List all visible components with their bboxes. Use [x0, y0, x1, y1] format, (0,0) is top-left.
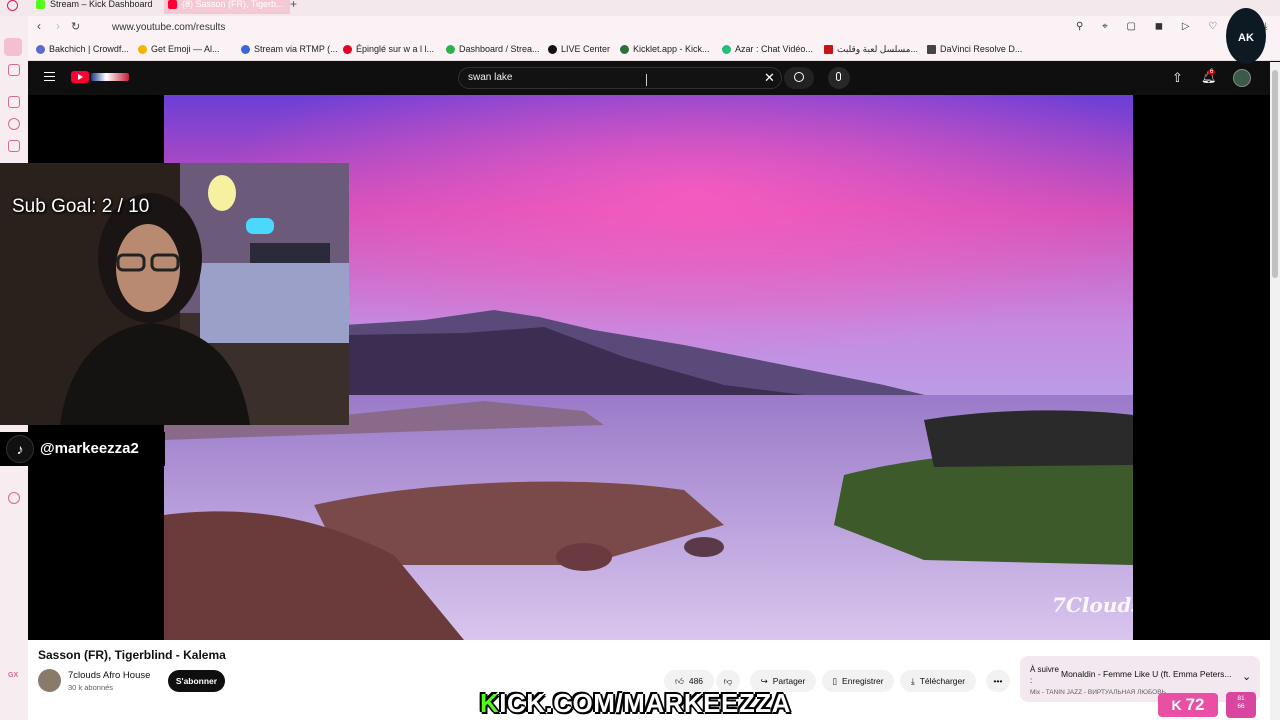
kick-url-text: ICK.COM/MARKEEZZA — [499, 688, 791, 718]
bookmark-icon — [241, 44, 250, 54]
home-icon[interactable] — [4, 38, 22, 56]
bookmark-icon — [36, 44, 45, 54]
doodle-logo[interactable] — [91, 73, 129, 81]
channel-watermark: 7Clouds — [1052, 593, 1133, 617]
bookmark-item[interactable]: Kicklet.app - Kick... — [620, 44, 710, 54]
bookmark-item[interactable]: مسلسل لعبة وقلبت... — [824, 44, 918, 55]
download-label: Télécharger — [919, 676, 966, 686]
save-button[interactable]: ▯ Enregistrer — [822, 670, 894, 692]
history-icon[interactable] — [8, 118, 20, 130]
viewer-count-badge: K 72 — [1158, 693, 1218, 717]
youtube-logo[interactable] — [71, 71, 89, 83]
play-icon — [78, 74, 83, 80]
new-tab-icon[interactable]: + — [290, 0, 297, 11]
bookmark-item[interactable]: Stream via RTMP (... — [241, 44, 338, 54]
bookmark-icon — [548, 44, 557, 54]
search-button[interactable] — [784, 67, 814, 89]
reload-icon[interactable]: ↻ — [71, 20, 80, 33]
browser-tab-bar: Stream – Kick Dashboard (8) Sasson (FR),… — [0, 0, 1280, 16]
twitch-icon[interactable] — [8, 96, 20, 108]
bookmark-icon — [446, 44, 455, 54]
player-letterbox-right — [1133, 95, 1270, 640]
share-label: Partager — [772, 676, 806, 686]
channel-avatar[interactable] — [38, 669, 61, 692]
download-icon: ⤓ — [910, 675, 915, 686]
gx-icon[interactable]: GX — [8, 672, 18, 679]
bookmark-item[interactable]: Dashboard / Strea... — [446, 44, 540, 54]
ak-logo: AK — [1226, 8, 1266, 64]
kick-favicon-icon — [36, 0, 45, 9]
tab-kick-dashboard[interactable]: Stream – Kick Dashboard — [36, 0, 156, 14]
save-label: Enregistrer — [842, 676, 884, 686]
more-icon: ••• — [993, 676, 1003, 686]
ak-logo-text: AK — [1238, 32, 1254, 44]
text-cursor-icon — [646, 74, 647, 86]
tiktok-handle: @markeezza2 — [40, 440, 139, 457]
video-title: Sasson (FR), Tigerblind - Kalema — [38, 648, 226, 662]
gamepad-icon[interactable] — [8, 64, 20, 76]
kick-k-icon: K — [1171, 697, 1182, 713]
settings-icon[interactable] — [8, 492, 20, 504]
thumbs-down-icon: 👎︎ — [723, 675, 733, 686]
up-next-subtitle: Mix - TANIN JAZZ - ВИРТУАЛЬНАЯ ЛЮБОВЬ — [1030, 689, 1166, 696]
bookmark-item[interactable]: Azar : Chat Vidéo... — [722, 44, 813, 54]
clear-search-icon[interactable]: ✕ — [764, 70, 775, 86]
tab-label: Stream – Kick Dashboard — [50, 0, 153, 9]
bookmark-item[interactable]: LIVE Center — [548, 44, 610, 54]
youtube-favicon-icon — [168, 0, 177, 9]
bookmark-icon — [620, 44, 629, 54]
like-count: 486 — [688, 676, 704, 686]
bookmark-item[interactable]: Épinglé sur w a l l... — [343, 44, 434, 54]
tiktok-icon: ♪ — [6, 435, 34, 463]
bookmark-save-icon: ▯ — [832, 675, 838, 686]
subscribe-button[interactable]: S'abonner — [168, 670, 225, 692]
tab-youtube[interactable]: (8) Sasson (FR), Tigerb... — [164, 0, 290, 14]
thumbs-up-icon: 👍︎ — [674, 675, 684, 686]
url-field[interactable]: www.youtube.com/results — [112, 22, 225, 33]
channel-name[interactable]: 7clouds Afro House — [68, 670, 150, 681]
scrollbar-thumb[interactable] — [1272, 70, 1278, 278]
account-avatar[interactable] — [1233, 69, 1251, 87]
sub-goal-overlay: Sub Goal: 2 / 10 — [12, 196, 150, 217]
tab-label: (8) Sasson (FR), Tigerb... — [182, 0, 284, 9]
bookmark-icon — [722, 44, 731, 54]
mic-icon — [836, 72, 841, 81]
menu-icon-bar — [44, 75, 55, 77]
forward-icon[interactable]: › — [56, 19, 60, 33]
back-icon[interactable]: ‹ — [37, 19, 41, 33]
bookmark-item[interactable]: DaVinci Resolve D... — [927, 44, 1022, 54]
bookmark-icon — [824, 45, 833, 54]
kick-k: K — [480, 688, 500, 718]
menu-icon[interactable] — [44, 72, 55, 81]
stats-badge: 81 66 — [1226, 692, 1256, 718]
subscriber-count: 30 k abonnés — [68, 683, 114, 692]
chevron-down-icon[interactable]: ⌄ — [1242, 670, 1251, 683]
stat-bottom: 66 — [1237, 703, 1245, 710]
bookmark-item[interactable]: Bakchich | Crowdf... — [36, 44, 129, 54]
extensions-icon[interactable] — [8, 140, 20, 152]
kick-url-overlay: KICK.COM/MARKEEZZA — [480, 688, 791, 719]
bookmark-icon — [343, 44, 352, 54]
share-icon: ↪ — [760, 675, 768, 686]
stat-top: 81 — [1237, 695, 1245, 702]
bookmark-item[interactable]: Get Emoji — Al... — [138, 44, 220, 54]
up-next-prefix: À suivre : — [1030, 665, 1059, 685]
search-query-text: swan lake — [468, 72, 513, 83]
bookmark-icon — [138, 44, 147, 54]
download-button[interactable]: ⤓ Télécharger — [900, 670, 976, 692]
search-icon — [794, 72, 804, 82]
up-next-card[interactable]: À suivre : Monaldin - Femme Like U (ft. … — [1020, 656, 1260, 702]
more-actions-button[interactable]: ••• — [986, 670, 1010, 692]
voice-search-button[interactable] — [828, 67, 850, 89]
upload-icon[interactable]: ⇧ — [1172, 70, 1183, 86]
up-next-title: Monaldin - Femme Like U (ft. Emma Peters… — [1061, 669, 1232, 679]
bookmark-icon — [927, 44, 936, 54]
opera-logo-icon[interactable] — [7, 0, 18, 11]
viewer-count: 72 — [1185, 695, 1205, 714]
